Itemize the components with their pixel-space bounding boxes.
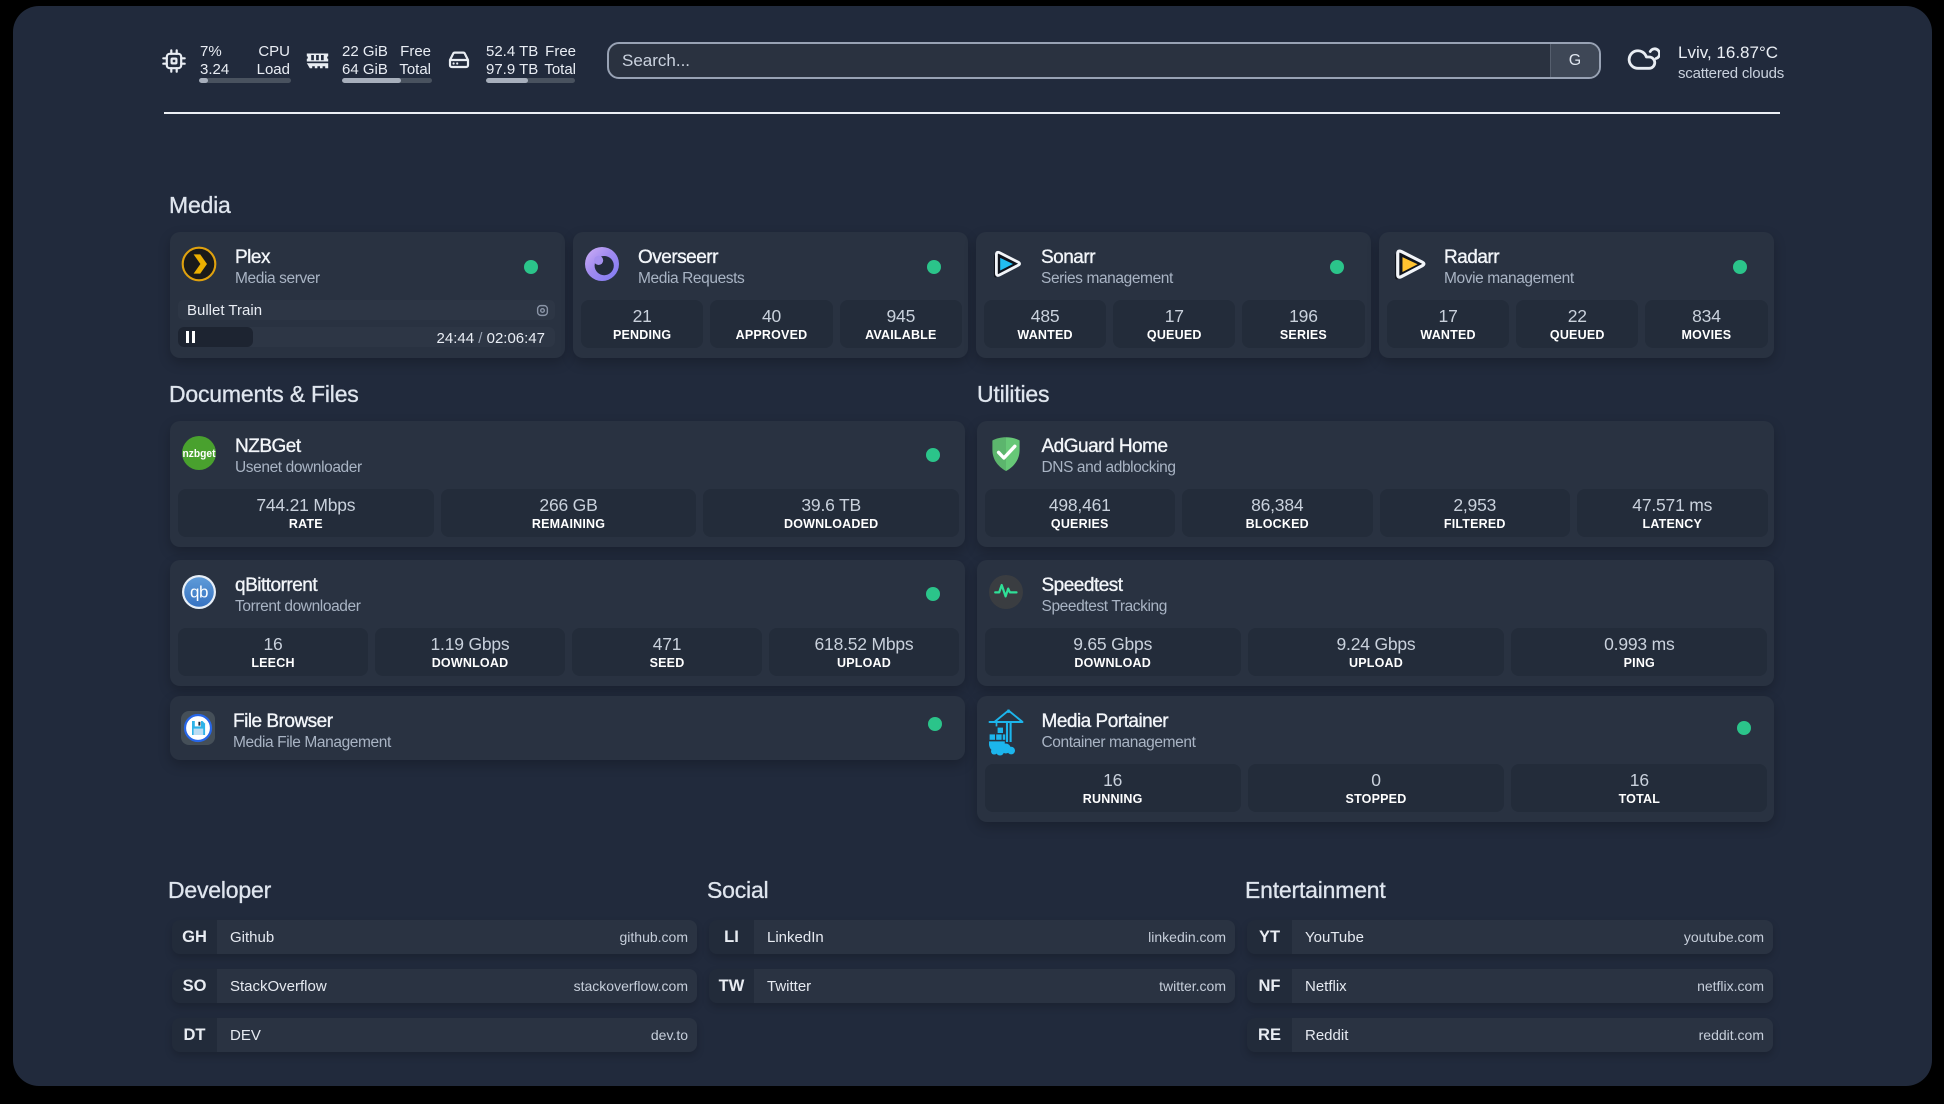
svg-text:qb: qb [190, 583, 208, 602]
svg-text:nzbget: nzbget [183, 448, 216, 460]
